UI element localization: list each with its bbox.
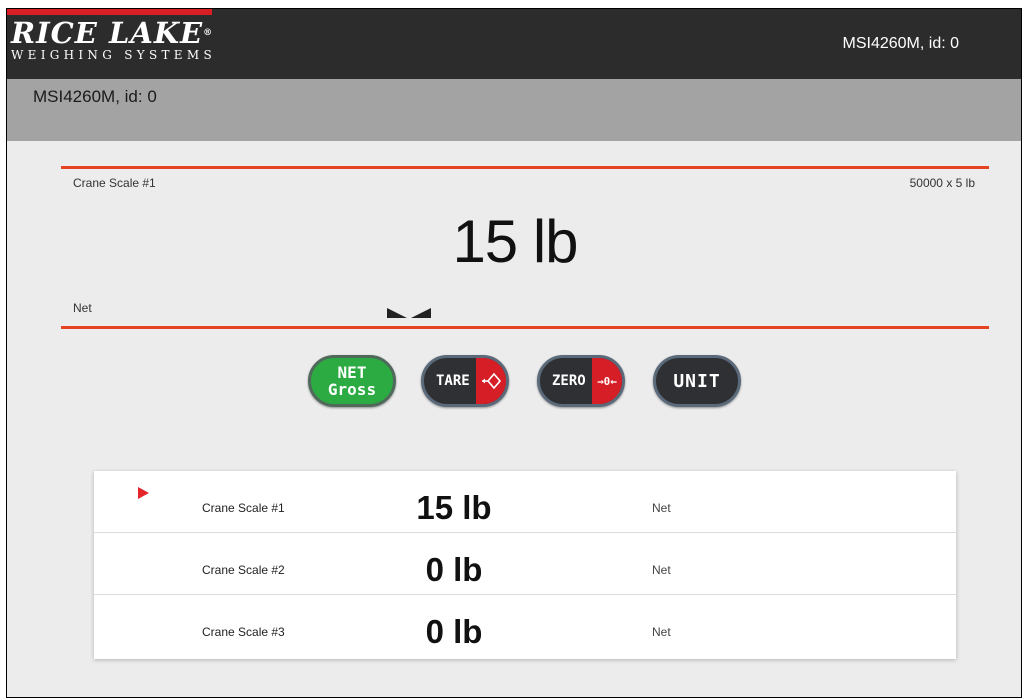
scale-capacity: 50000 x 5 lb (909, 176, 975, 190)
unit-button[interactable]: UNIT (653, 355, 741, 407)
scale-list-weight: 0 lb (425, 551, 483, 588)
device-indicator: MSI4260M, id: 0 (842, 35, 960, 52)
scale-list-row[interactable]: Crane Scale #3 0 lb Net (94, 595, 956, 657)
app-window: RICE LAKE® WEIGHING SYSTEMS MSI4260M, id… (6, 8, 1022, 698)
display-top-divider (61, 166, 989, 169)
rice-lake-logo: RICE LAKE® WEIGHING SYSTEMS (11, 16, 216, 63)
tare-button[interactable]: TARE (421, 355, 509, 407)
scale-list-row[interactable]: Crane Scale #2 0 lb Net (94, 533, 956, 595)
scale-list-name: Crane Scale #1 (202, 501, 285, 515)
weight-readout: 15 lb (452, 208, 578, 275)
scale-list: Crane Scale #1 15 lb Net Crane Scale #2 … (94, 471, 956, 659)
scale-list-mode: Net (652, 625, 671, 639)
scale-list-name: Crane Scale #3 (202, 625, 285, 639)
net-label: NET (337, 363, 367, 382)
logo-wordmark: RICE LAKE® (11, 16, 214, 50)
scale-list-name: Crane Scale #2 (202, 563, 285, 577)
page-title: MSI4260M, id: 0 (33, 87, 157, 106)
net-gross-button[interactable]: NET Gross (308, 355, 396, 407)
unit-label: UNIT (673, 370, 721, 392)
scale-list-row[interactable]: Crane Scale #1 15 lb Net (94, 471, 956, 533)
zero-button[interactable]: ZERO →0← (537, 355, 625, 407)
scale-list-mode: Net (652, 563, 671, 577)
zero-icon: →0← (592, 358, 622, 404)
scale-list-weight: 15 lb (416, 489, 492, 526)
scale-list-mode: Net (652, 501, 671, 515)
page-header: MSI4260M, id: 0 (7, 79, 1021, 141)
scale-list-weight: 0 lb (425, 613, 483, 650)
display-bottom-divider (61, 326, 989, 329)
selected-arrow-icon (138, 487, 149, 499)
active-scale-name: Crane Scale #1 (73, 176, 156, 190)
gross-label: Gross (327, 380, 377, 399)
top-bar: RICE LAKE® WEIGHING SYSTEMS MSI4260M, id… (7, 9, 1021, 79)
logo-tagline: WEIGHING SYSTEMS (11, 48, 216, 62)
logo-accent-bar (7, 9, 212, 15)
tare-icon (476, 358, 506, 404)
standstill-icon (387, 308, 431, 318)
weight-mode-label: Net (73, 301, 92, 315)
